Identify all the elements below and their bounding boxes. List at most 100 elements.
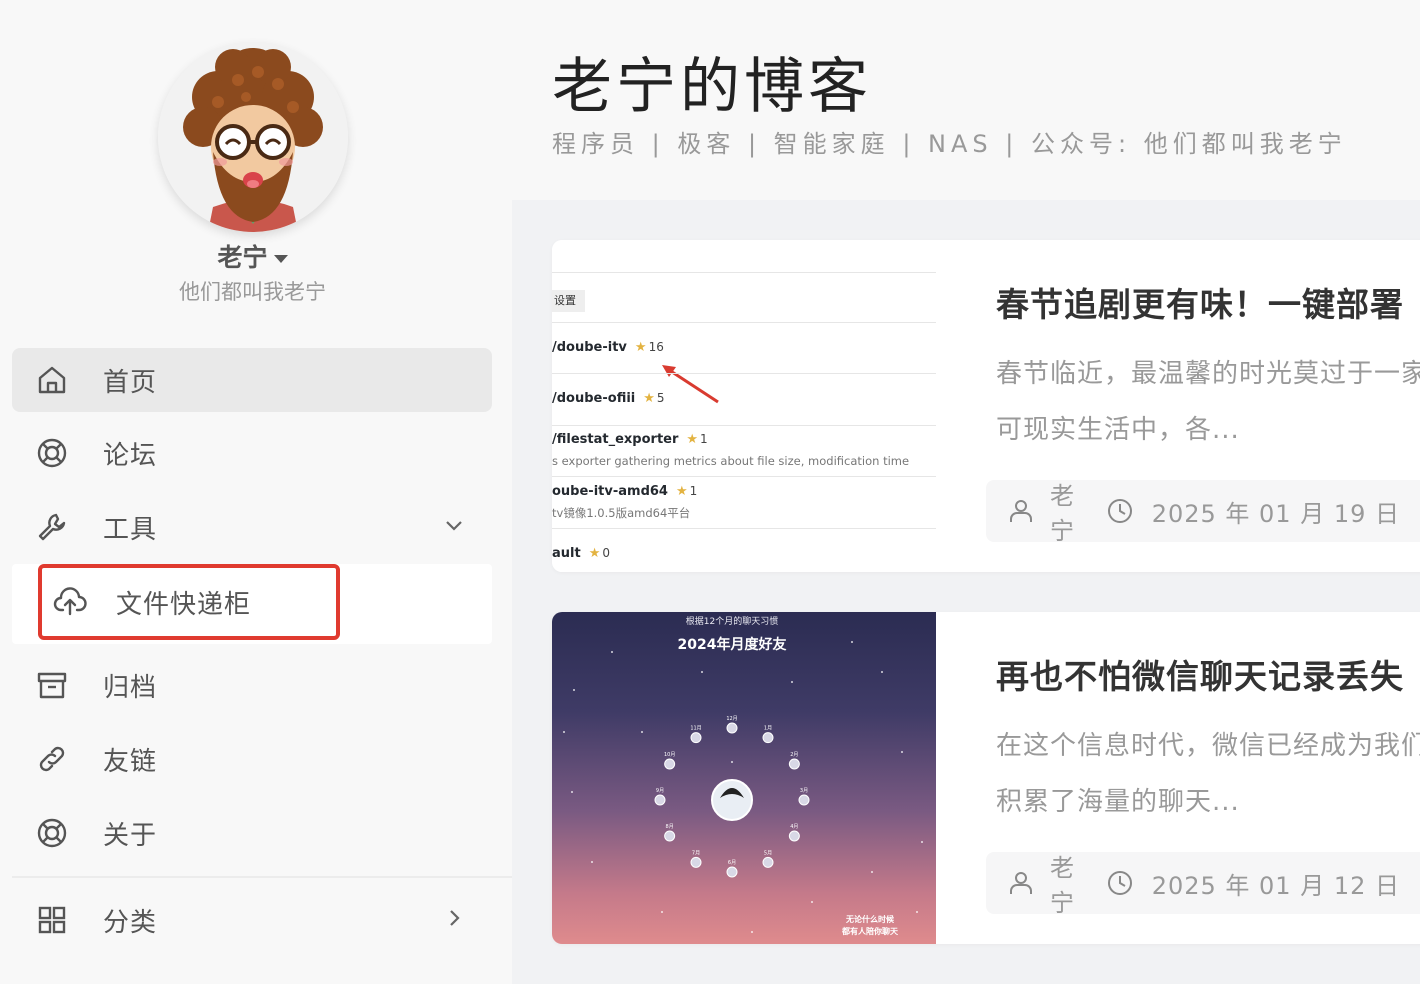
post-excerpt: 春节临近，最温馨的时光莫过于一家 可现实生活中，各... (996, 346, 1420, 458)
month-label: 8月 (666, 824, 674, 830)
excerpt-line: 积累了海量的聊天... (996, 787, 1240, 817)
home-icon (32, 360, 72, 400)
month-label: 3月 (800, 788, 808, 794)
github-repo-list-screenshot: 设置 /doube-itv ★ 16 /doube-ofiii ★ 5 /filesta… (552, 240, 936, 572)
star-count: 16 (648, 340, 664, 354)
tools-submenu: 文件快递柜 (12, 564, 492, 644)
site-title[interactable]: 老宁的博客 (552, 38, 872, 125)
divider (552, 528, 936, 529)
friend-avatar (762, 732, 774, 744)
post-title[interactable]: 再也不怕微信聊天记录丢失 (996, 650, 1404, 698)
submenu-label: 文件快递柜 (116, 589, 252, 620)
repo-name: /doube-ofiii (552, 391, 636, 406)
excerpt-line: 在这个信息时代，微信已经成为我们 (996, 731, 1420, 761)
friend-avatar (726, 866, 738, 878)
star-dot (901, 751, 903, 753)
repo-row: /doube-itv ★ 16 (552, 340, 664, 355)
star-dot (591, 861, 593, 863)
star-count: 5 (656, 391, 665, 405)
star-icon: ★ (588, 546, 601, 561)
friend-avatar (690, 856, 702, 868)
avatar[interactable] (158, 42, 348, 232)
nav-item-links[interactable]: 友链 (12, 727, 492, 791)
friend-avatar (762, 856, 774, 868)
star-dot (571, 791, 573, 793)
submenu-item-file-locker[interactable]: 文件快递柜 (38, 564, 340, 640)
repo-name: oube-itv-amd64 (552, 484, 668, 499)
post-thumbnail[interactable]: 设置 /doube-itv ★ 16 /doube-ofiii ★ 5 /filesta… (552, 240, 936, 572)
settings-tab: 设置 (552, 290, 585, 312)
monthly-friends-poster: 1月 2月 3月 4月 5月 6月 7月 8月 9月 10月 11月 12月 根据12个月的聊天习惯 … (552, 612, 936, 944)
nav-label: 工具 (103, 514, 158, 545)
month-label: 1月 (764, 726, 772, 732)
star-dot (563, 731, 565, 733)
nav-item-home[interactable]: 首页 (12, 348, 492, 412)
excerpt-line: 春节临近，最温馨的时光莫过于一家 (996, 359, 1420, 389)
star-dot (701, 671, 703, 673)
month-label: 2月 (790, 752, 798, 758)
nav-label: 分类 (103, 907, 158, 938)
friend-avatar (798, 794, 810, 806)
clock-icon (1106, 497, 1134, 525)
cloud-upload-icon (50, 582, 90, 622)
user-icon (1008, 869, 1034, 897)
avatar-illustration (158, 42, 348, 232)
star-dot (871, 871, 873, 873)
nav-item-about[interactable]: 关于 (12, 801, 492, 865)
month-label: 7月 (692, 850, 700, 856)
sidebar-divider (12, 876, 512, 878)
repo-name: /doube-itv (552, 340, 627, 355)
friend-avatar (726, 722, 738, 734)
nav-item-categories[interactable]: 分类 (12, 888, 492, 952)
author-tagline: 他们都叫我老宁 (179, 280, 326, 304)
post-title[interactable]: 春节追剧更有味！一键部署 (996, 278, 1404, 326)
post-meta: 老宁 2025 年 01 月 12 日 (986, 852, 1420, 917)
divider (552, 425, 936, 426)
poster-caption-foot: 无论什么时候 都有人陪你聊天 (842, 914, 898, 938)
repo-name: /filestat_exporter (552, 432, 679, 447)
lifebuoy-icon (32, 433, 72, 473)
post-card[interactable]: 1月 2月 3月 4月 5月 6月 7月 8月 9月 10月 11月 12月 根据12个月的聊天习惯 … (552, 612, 1420, 944)
friend-avatar (654, 794, 666, 806)
post-thumbnail[interactable]: 1月 2月 3月 4月 5月 6月 7月 8月 9月 10月 11月 12月 根据12个月的聊天习惯 … (552, 612, 936, 944)
friend-avatar (690, 732, 702, 744)
post-excerpt: 在这个信息时代，微信已经成为我们 积累了海量的聊天... (996, 718, 1420, 830)
post-author[interactable]: 老宁 (1050, 848, 1080, 918)
nav-label: 关于 (103, 820, 158, 851)
sidebar: 老宁 他们都叫我老宁 首页 论坛 工具 文件快递柜 归档 友链 关于 分类 (0, 0, 512, 984)
clock-icon (1106, 869, 1134, 897)
nav-item-archive[interactable]: 归档 (12, 653, 492, 717)
user-icon (1008, 497, 1034, 525)
caret-down-icon (273, 255, 288, 263)
month-label: 9月 (656, 788, 664, 794)
wrench-icon (32, 507, 72, 547)
star-dot (731, 761, 733, 763)
nav-label: 友链 (103, 746, 158, 777)
month-label: 4月 (790, 824, 798, 830)
star-dot (661, 911, 663, 913)
post-date: 2025 年 01 月 19 日 (1151, 499, 1400, 528)
star-dot (916, 911, 918, 913)
divider (552, 272, 936, 273)
post-card[interactable]: 设置 /doube-itv ★ 16 /doube-ofiii ★ 5 /filesta… (552, 240, 1420, 572)
poster-foot-line: 都有人陪你聊天 (842, 927, 898, 936)
friend-avatar (664, 758, 676, 770)
star-count: 1 (700, 432, 708, 446)
star-icon: ★ (686, 432, 699, 447)
author-name[interactable]: 老宁 (0, 238, 505, 274)
month-label: 5月 (764, 850, 772, 856)
friend-avatar (788, 758, 800, 770)
star-dot (573, 689, 575, 691)
star-dot (921, 841, 923, 843)
post-author[interactable]: 老宁 (1050, 476, 1080, 546)
friend-avatar (664, 830, 676, 842)
poster-caption-main: 2024年月度好友 (677, 637, 787, 653)
nav-label: 归档 (103, 672, 158, 703)
repo-description: s exporter gathering metrics about file … (552, 454, 910, 468)
site-subtitle: 程序员 | 极客 | 智能家庭 | NAS | 公众号: 他们都叫我老宁 (552, 130, 1347, 158)
star-icon: ★ (675, 484, 688, 499)
nav-item-tools[interactable]: 工具 (12, 495, 492, 559)
nav-item-forum[interactable]: 论坛 (12, 421, 492, 485)
star-dot (881, 671, 883, 673)
post-date: 2025 年 01 月 12 日 (1151, 871, 1400, 900)
